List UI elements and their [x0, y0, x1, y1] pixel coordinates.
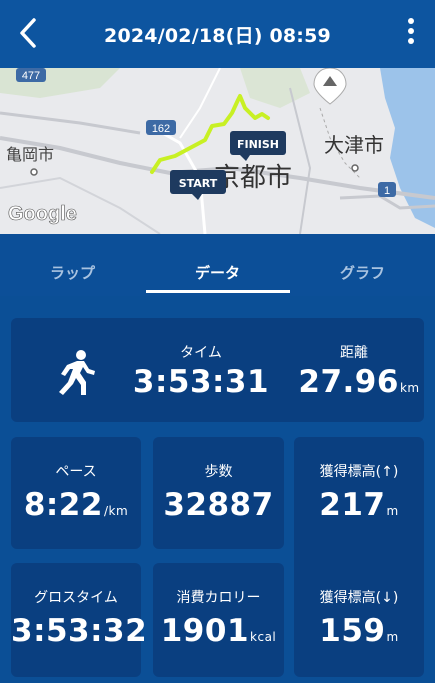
otsu-label: 大津市 [324, 133, 384, 157]
pace-card: ペース 8:22/km [11, 437, 141, 549]
active-tab-indicator [146, 290, 290, 293]
pace-label: ペース [55, 464, 97, 480]
elev-gain-value: 217m [319, 487, 399, 523]
steps-label: 歩数 [204, 464, 233, 480]
summary-card: タイム 3:53:31 距離 27.96km [11, 318, 424, 422]
runner-icon [59, 350, 95, 395]
calories-label: 消費カロリー [176, 590, 261, 606]
tab-graph[interactable]: グラフ [290, 262, 435, 283]
elev-loss-value: 159m [319, 613, 399, 649]
distance-value: 27.96km [298, 364, 420, 400]
elevation-card: 獲得標高(↑) 217m 獲得標高(↓) 159m [294, 437, 424, 677]
time-value: 3:53:31 [132, 364, 270, 400]
app-header: 2024/02/18(日) 08:59 [0, 0, 435, 68]
road-1-label: 1 [384, 185, 390, 197]
gross-time-card: グロスタイム 3:53:32 [11, 563, 148, 677]
road-162-label: 162 [152, 123, 170, 135]
calories-card: 消費カロリー 1901kcal [153, 563, 284, 677]
kameoka-label: 亀岡市 [6, 145, 54, 164]
page-title: 2024/02/18(日) 08:59 [104, 25, 331, 47]
gross-time-label: グロスタイム [34, 590, 118, 606]
time-label: タイム [180, 345, 222, 361]
tab-data[interactable]: データ [145, 262, 290, 283]
pace-value: 8:22/km [23, 487, 129, 523]
google-logo: Google [8, 203, 77, 225]
elev-loss-label: 獲得標高(↓) [319, 590, 399, 606]
road-477-label: 477 [22, 70, 40, 82]
distance-label: 距離 [340, 345, 368, 361]
finish-marker: FINISH [237, 138, 279, 151]
steps-value: 32887 [163, 487, 274, 523]
tab-bar: ラップ データ グラフ [0, 234, 435, 296]
start-marker: START [179, 177, 218, 190]
tab-laps[interactable]: ラップ [0, 262, 145, 283]
steps-card: 歩数 32887 [153, 437, 284, 549]
route-map[interactable]: 477 162 1 亀岡市 京都市 大津市 FINISH START Googl… [0, 68, 435, 234]
calories-value: 1901kcal [160, 613, 277, 649]
elev-gain-label: 獲得標高(↑) [319, 464, 399, 480]
more-vertical-icon[interactable] [405, 16, 417, 48]
gross-time-value: 3:53:32 [11, 613, 148, 649]
